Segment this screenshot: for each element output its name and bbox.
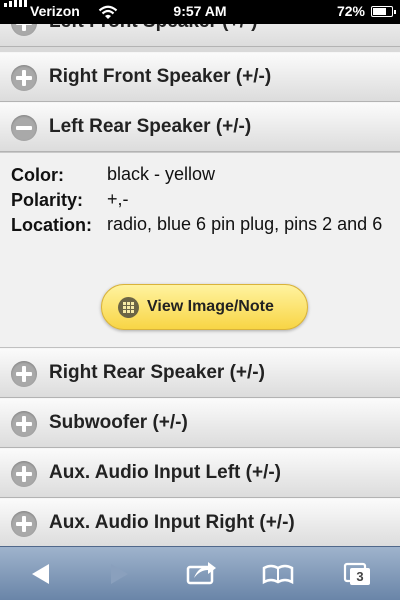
- battery-icon: [371, 6, 396, 17]
- plus-icon: [11, 411, 37, 437]
- view-image-note-button[interactable]: View Image/Note: [101, 284, 308, 330]
- status-bar: Verizon 9:57 AM 72%: [0, 0, 400, 24]
- plus-icon: [11, 65, 37, 91]
- share-icon[interactable]: [184, 547, 220, 600]
- accordion-row-label: Left Rear Speaker (+/-): [49, 116, 252, 137]
- plus-icon: [11, 461, 37, 487]
- accordion-row-label: Right Front Speaker (+/-): [49, 66, 272, 87]
- bookmarks-icon[interactable]: [261, 547, 295, 600]
- accordion-row-left-rear-speaker[interactable]: Left Rear Speaker (+/-): [0, 102, 400, 152]
- polarity-label: Polarity:: [11, 190, 84, 210]
- accordion-list: Left Front Speaker (+/-) Right Front Spe…: [0, 24, 400, 546]
- accordion-row-label: Aux. Audio Input Right (+/-): [49, 512, 295, 533]
- accordion-row-aux-audio-input-right[interactable]: Aux. Audio Input Right (+/-): [0, 498, 400, 546]
- color-label: Color:: [11, 165, 64, 185]
- plus-icon: [11, 511, 37, 537]
- accordion-row-label: Right Rear Speaker (+/-): [49, 362, 265, 383]
- location-label: Location:: [11, 215, 92, 235]
- polarity-value: +,-: [107, 189, 129, 209]
- accordion-row-right-rear-speaker[interactable]: Right Rear Speaker (+/-): [0, 348, 400, 398]
- back-icon[interactable]: [24, 547, 56, 600]
- location-value: radio, blue 6 pin plug, pins 2 and 6: [107, 214, 383, 234]
- browser-toolbar: 3: [0, 546, 400, 600]
- accordion-row-label: Subwoofer (+/-): [49, 412, 188, 433]
- color-value: black - yellow: [107, 164, 216, 184]
- plus-icon: [11, 361, 37, 387]
- plus-icon: [11, 24, 37, 36]
- forward-icon[interactable]: [104, 547, 136, 600]
- grid-icon: [118, 297, 139, 318]
- expanded-details-panel: Color: black - yellow Polarity: +,- Loca…: [0, 152, 400, 348]
- accordion-row-label: Left Front Speaker (+/-): [49, 24, 258, 33]
- tabs-icon[interactable]: 3: [342, 547, 374, 600]
- accordion-row-subwoofer[interactable]: Subwoofer (+/-): [0, 398, 400, 448]
- accordion-row-left-front-speaker[interactable]: Left Front Speaker (+/-): [0, 24, 400, 47]
- view-image-note-label: View Image/Note: [147, 298, 274, 315]
- battery-percent: 72%: [336, 3, 365, 19]
- accordion-row-aux-audio-input-left[interactable]: Aux. Audio Input Left (+/-): [0, 448, 400, 498]
- minus-icon: [11, 115, 37, 141]
- tabs-count: 3: [356, 569, 364, 584]
- accordion-row-right-front-speaker[interactable]: Right Front Speaker (+/-): [0, 52, 400, 102]
- accordion-row-label: Aux. Audio Input Left (+/-): [49, 462, 282, 483]
